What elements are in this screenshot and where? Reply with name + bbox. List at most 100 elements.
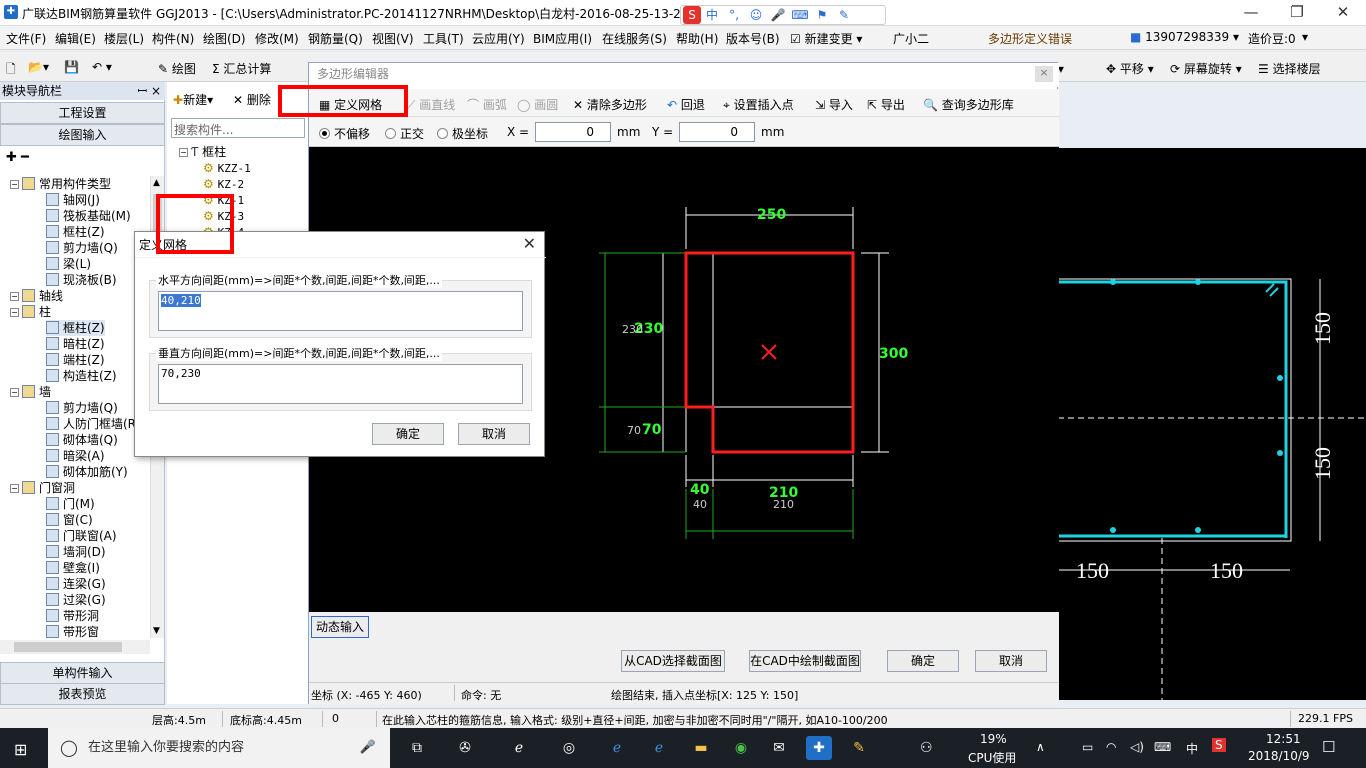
menu-modify[interactable]: 修改(M)	[255, 30, 299, 47]
component-list-item[interactable]: ⚙ KZZ-1	[203, 160, 251, 176]
tree-item[interactable]: 端柱(Z)	[46, 352, 105, 368]
poly-close-icon[interactable]: ×	[1035, 66, 1053, 82]
undo-poly-button[interactable]: ↶ 回退	[667, 96, 705, 113]
tree-item[interactable]: 筏板基础(M)	[46, 208, 131, 224]
rotate-button[interactable]: ⟳ 屏幕旋转 ▾	[1170, 60, 1242, 77]
dynamic-input-tab[interactable]: 动态输入	[311, 616, 369, 638]
polar-radio[interactable]: 极坐标	[437, 125, 488, 142]
account-dropdown-icon[interactable]: ▾	[1302, 30, 1308, 44]
tree-item[interactable]: 梁(L)	[46, 256, 91, 272]
poly-ok-button[interactable]: 确定	[887, 650, 959, 672]
import-button[interactable]: ⇲ 导入	[815, 96, 853, 113]
pin-icon[interactable]: ꟷ ×	[137, 82, 161, 100]
draw-button[interactable]: ✎ 绘图	[158, 60, 196, 77]
y-input[interactable]: 0	[679, 122, 755, 142]
query-polygon-lib-button[interactable]: 🔍 查询多边形库	[923, 96, 1014, 113]
expand-icon[interactable]: −	[10, 180, 19, 189]
tree-item[interactable]: − 柱	[10, 304, 51, 320]
menu-version[interactable]: 版本号(B)	[726, 30, 780, 47]
delete-component-button[interactable]: ✕ 删除	[233, 91, 271, 108]
main-drawing-canvas[interactable]: 150 150 150 150	[1057, 148, 1366, 700]
tree-item[interactable]: 现浇板(B)	[46, 272, 117, 288]
menu-error-tab[interactable]: 多边形定义错误	[988, 30, 1072, 47]
ortho-radio[interactable]: 正交	[385, 125, 424, 142]
cad-select-button[interactable]: 从CAD选择截面图	[621, 650, 725, 672]
menu-online[interactable]: 在线服务(S)	[602, 30, 667, 47]
menu-draw[interactable]: 绘图(D)	[203, 30, 246, 47]
tree-item[interactable]: 框柱(Z)	[46, 320, 105, 336]
ie-icon[interactable]: ℯ	[646, 736, 672, 760]
ime-mode[interactable]: 中	[701, 6, 723, 24]
hscroll-thumb[interactable]	[14, 642, 122, 652]
expand-collapse-icon[interactable]: ✚ ━	[6, 150, 29, 165]
glodon-app-icon[interactable]: ✚	[806, 736, 832, 760]
network-icon[interactable]: ▭	[1082, 740, 1093, 754]
tree-item[interactable]: 砌体墙(Q)	[46, 432, 118, 448]
menu-edit[interactable]: 编辑(E)	[55, 30, 96, 47]
tray-expand-icon[interactable]: ∧	[1036, 740, 1045, 754]
tree-item[interactable]: 连梁(G)	[46, 576, 106, 592]
edge-icon[interactable]: ℯ	[604, 736, 630, 760]
clock-date[interactable]: 2018/10/9	[1248, 749, 1310, 763]
menu-floor[interactable]: 楼层(L)	[104, 30, 144, 47]
tree-item[interactable]: − 墙	[10, 384, 51, 400]
menu-rebar[interactable]: 钢筋量(Q)	[308, 30, 363, 47]
notification-icon[interactable]: ☐	[1322, 738, 1335, 756]
component-tree[interactable]: − 常用构件类型 轴网(J) 筏板基础(M) 框柱(Z) 剪力墙(Q) 梁(L) 现浇板(B)…	[0, 176, 150, 706]
component-list-item[interactable]: ⚙ KZ-3	[203, 208, 244, 224]
undo-icon[interactable]: ↶ ▾	[92, 60, 112, 74]
mic-icon[interactable]: 🎤	[767, 6, 789, 24]
minimize-button[interactable]: —	[1228, 0, 1274, 26]
price-beans[interactable]: 造价豆:0	[1248, 30, 1296, 47]
menu-cloud[interactable]: 云应用(Y)	[472, 30, 525, 47]
sogou-tray-icon[interactable]: S	[1212, 738, 1226, 752]
tree-item[interactable]: 暗梁(A)	[46, 448, 105, 464]
define-grid-button[interactable]: ▦ 定义网格	[319, 96, 382, 113]
mic-search-icon[interactable]: 🎤	[360, 728, 376, 768]
menu-view[interactable]: 视图(V)	[372, 30, 414, 47]
mail-icon[interactable]: ✉	[766, 736, 792, 760]
component-list-item[interactable]: ⚙ KZ-2	[203, 176, 244, 192]
menu-bim[interactable]: BIM应用(I)	[533, 30, 592, 47]
expand-icon[interactable]: −	[10, 484, 19, 493]
dialog-cancel-button[interactable]: 取消	[458, 423, 530, 445]
ime-logo[interactable]: S	[683, 6, 701, 24]
fan-app-icon[interactable]: ✇	[452, 736, 478, 760]
dialog-ok-button[interactable]: 确定	[372, 423, 444, 445]
tree-item[interactable]: − 门窗洞	[10, 480, 75, 496]
notes-app-icon[interactable]: ✎	[846, 736, 872, 760]
close-button[interactable]: ✕	[1320, 0, 1366, 26]
project-settings-button[interactable]: 工程设置	[0, 102, 165, 124]
tree-item[interactable]: 框柱(Z)	[46, 224, 105, 240]
menu-assistant[interactable]: 广小二	[893, 30, 929, 47]
keyboard-tray-icon[interactable]: ⌨	[1154, 740, 1171, 754]
skin-icon[interactable]: ⚑	[811, 6, 833, 24]
restore-button[interactable]: ❐	[1274, 0, 1320, 26]
expand-icon[interactable]: −	[10, 292, 19, 301]
dialog-close-icon[interactable]: ✕	[523, 234, 536, 253]
draw-arc-button[interactable]: ⌒ 画弧	[467, 96, 507, 113]
tree-root-framecolumn[interactable]: − Ƭ 框柱	[179, 144, 226, 160]
green-app-icon[interactable]: ◉	[728, 736, 754, 760]
set-insert-point-button[interactable]: ⌖ 设置插入点	[723, 96, 794, 113]
report-preview-button[interactable]: 报表预览	[0, 683, 165, 705]
tree-item[interactable]: 窗(C)	[46, 512, 93, 528]
draw-line-button[interactable]: ⟋ 画直线	[407, 96, 455, 113]
component-search-input[interactable]: 搜索构件...	[171, 118, 305, 138]
tree-item[interactable]: 暗柱(Z)	[46, 336, 105, 352]
menu-help[interactable]: 帮助(H)	[676, 30, 718, 47]
tree-item[interactable]: 轴网(J)	[46, 192, 100, 208]
select-floor-button[interactable]: ☰ 选择楼层	[1258, 60, 1321, 77]
ime-toolbar[interactable]: S 中 °, ☺ 🎤 ⌨ ⚑ ✎	[680, 5, 886, 25]
cad-draw-button[interactable]: 在CAD中绘制截面图	[749, 650, 861, 672]
poly-cancel-button[interactable]: 取消	[975, 650, 1047, 672]
ie-old-icon[interactable]: ℯ	[506, 736, 532, 760]
clock-time[interactable]: 12:51	[1266, 732, 1301, 746]
horizontal-spacing-input[interactable]: 40,210	[158, 291, 523, 331]
windows-start-icon[interactable]: ⊞	[14, 740, 27, 759]
expand-icon[interactable]: −	[10, 388, 19, 397]
tree-item[interactable]: 人防门框墙(R)	[46, 416, 141, 432]
tree-hscrollbar[interactable]	[0, 640, 150, 654]
tree-item[interactable]: 带形窗	[46, 624, 99, 640]
tree-item[interactable]: 剪力墙(Q)	[46, 400, 118, 416]
